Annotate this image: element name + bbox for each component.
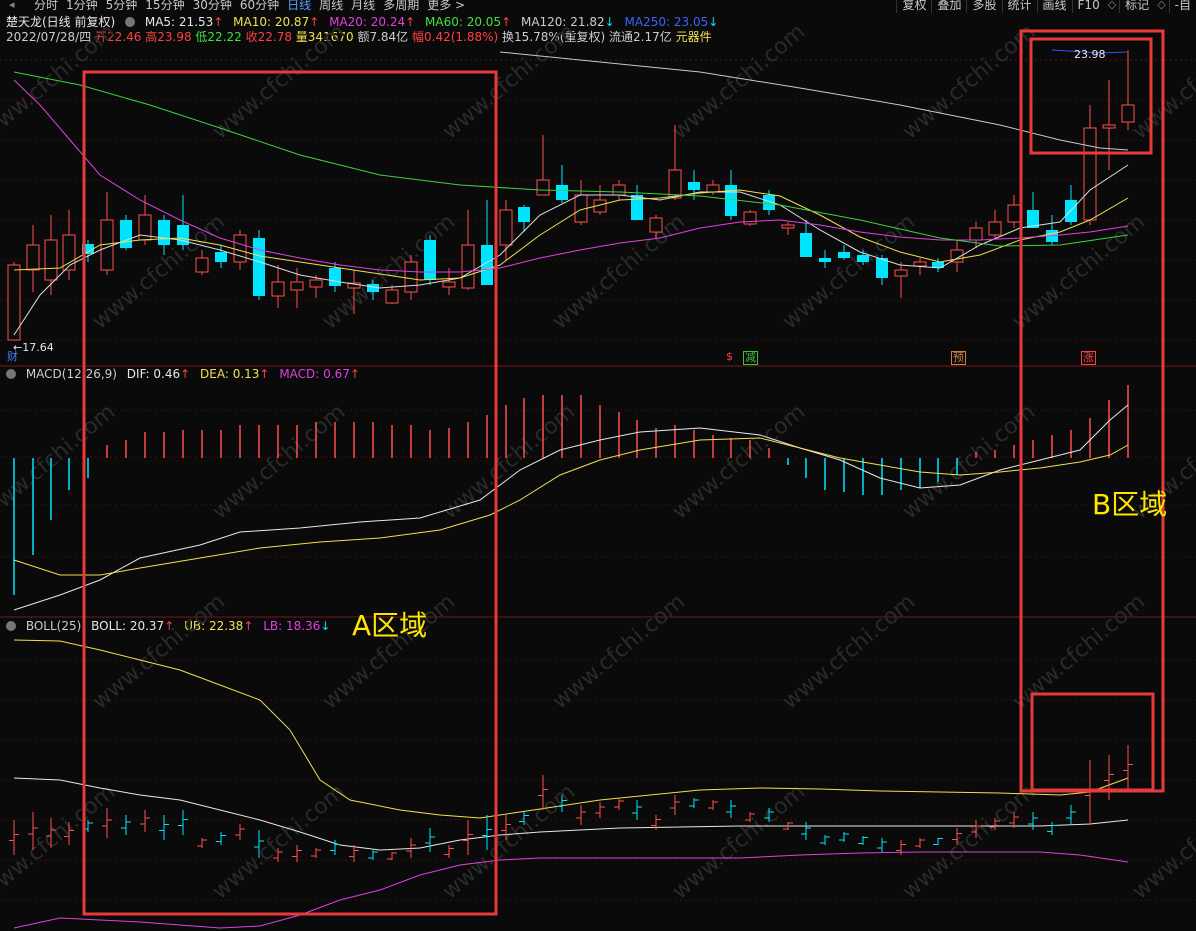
candle-body-up (461, 244, 475, 289)
watermark-text: www.cfchi.com (0, 399, 120, 524)
watermark-text: www.cfchi.com (898, 399, 1040, 524)
candle-body-up (781, 224, 795, 229)
candle-body-up (290, 281, 304, 291)
candle-body-up (1102, 124, 1116, 129)
high-price-label: 23.98 (1074, 48, 1106, 61)
marker-forecast[interactable]: 预 (951, 351, 966, 365)
candle-body-down (857, 255, 869, 262)
candle-body-up (233, 234, 247, 263)
candle-body-down (800, 233, 812, 257)
marker-financial[interactable]: 财 (6, 351, 19, 363)
candle-body-up (913, 261, 927, 267)
watermark-text: www.cfchi.com (898, 779, 1040, 904)
watermark-text: www.cfchi.com (208, 779, 350, 904)
candle-body-up (499, 209, 513, 246)
candle-body-up (706, 184, 720, 193)
candle-body-down (1065, 200, 1077, 222)
chart-grid (0, 59, 1196, 901)
candle-body-down (518, 207, 530, 222)
watermark-text: www.cfchi.com (1128, 779, 1196, 904)
region-b-bottom-box (1030, 692, 1155, 792)
candle-body-down (556, 185, 568, 200)
candle-body-up (1083, 127, 1097, 221)
watermark-text: www.cfchi.com (898, 19, 1040, 144)
watermark-text: www.cfchi.com (208, 19, 350, 144)
macd-dif-line (13, 404, 1129, 611)
watermark-text: www.cfchi.com (208, 399, 350, 524)
candle-body-up (271, 281, 285, 297)
watermark-text: www.cfchi.com (668, 19, 810, 144)
marker-dollar[interactable]: $ (725, 351, 734, 363)
candle-body-up (536, 179, 550, 196)
candle-body-up (1007, 204, 1021, 223)
watermark-text: www.cfchi.com (0, 19, 120, 144)
watermark-text: www.cfchi.com (668, 399, 810, 524)
watermark-text: www.cfchi.com (778, 589, 920, 714)
candle-body-up (612, 184, 626, 196)
candle-body-up (1121, 104, 1135, 123)
marker-rise[interactable]: 涨 (1081, 351, 1096, 365)
candle-body-up (894, 269, 908, 277)
watermark-text: www.cfchi.com (1008, 589, 1150, 714)
candle-body-down (329, 268, 341, 286)
candle-body-up (969, 227, 983, 241)
candle-body-down (253, 238, 265, 296)
candle-body-down (424, 240, 436, 280)
candle-body-up (195, 257, 209, 273)
ma120-line (499, 51, 1129, 151)
candle-body-up (44, 239, 58, 281)
watermark-layer: www.cfchi.com www.cfchi.com www.cfchi.com w… (0, 19, 1196, 904)
watermark-text: www.cfchi.com (1008, 209, 1150, 334)
candle-body-down (120, 220, 132, 248)
candle-body-down (158, 220, 170, 245)
candle-body-up (442, 281, 456, 288)
candle-body-down (838, 252, 850, 258)
watermark-text: www.cfchi.com (438, 19, 580, 144)
candle-body-up (404, 261, 418, 293)
candle-body-up (649, 217, 663, 233)
watermark-text: www.cfchi.com (438, 779, 580, 904)
watermark-text: www.cfchi.com (668, 779, 810, 904)
watermark-text: www.cfchi.com (548, 209, 690, 334)
watermark-text: www.cfchi.com (0, 779, 120, 904)
region-b-label: B区域 (1092, 488, 1168, 521)
candle-body-down (215, 252, 227, 262)
watermark-text: www.cfchi.com (548, 589, 690, 714)
marker-reduce[interactable]: 减 (743, 351, 758, 365)
candle-body-up (668, 169, 682, 199)
region-a-label: A区域 (352, 609, 428, 642)
candle-body-up (988, 221, 1002, 236)
candle-body-down (819, 258, 831, 262)
candle-body-down (725, 185, 737, 216)
candle-body-up (26, 244, 40, 271)
kline-chart[interactable]: www.cfchi.com www.cfchi.com www.cfchi.com w… (0, 0, 1196, 931)
region-a-box (82, 70, 498, 916)
candle-body-up (309, 279, 323, 288)
candle-body-up (385, 289, 399, 304)
candle-body-down (688, 182, 700, 190)
